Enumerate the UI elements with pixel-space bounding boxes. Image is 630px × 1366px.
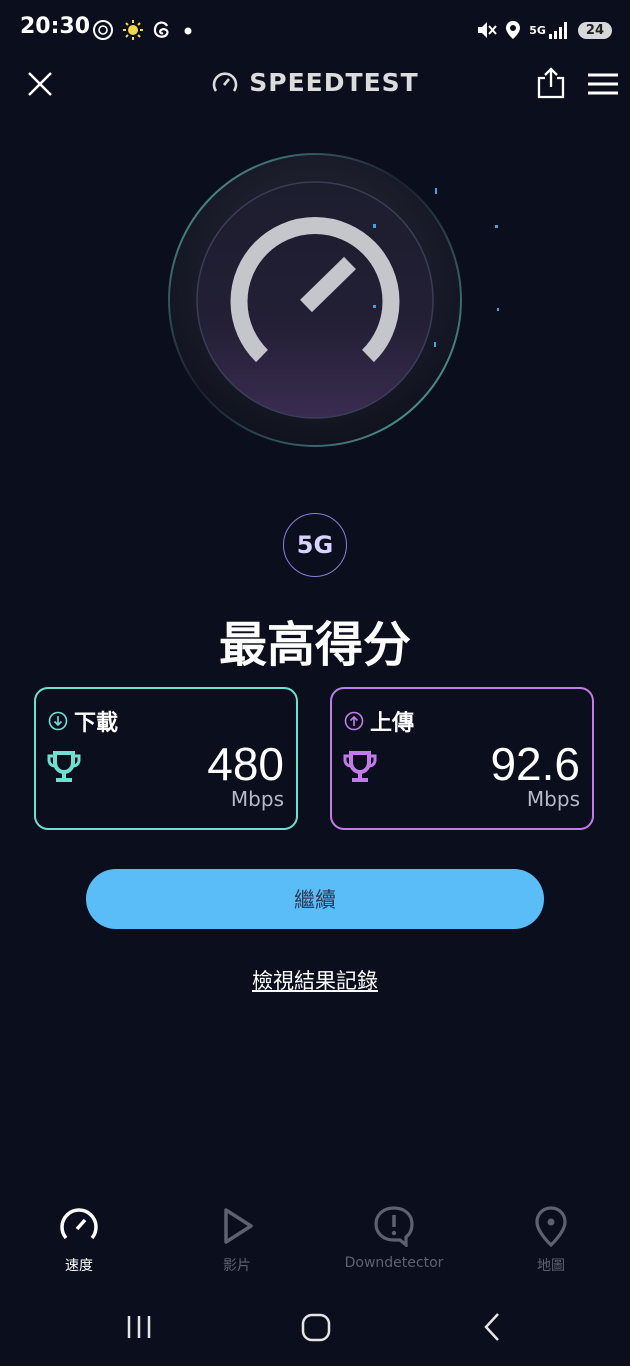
signal-bars-icon [548,22,567,39]
home-icon[interactable] [299,1310,333,1344]
continue-button[interactable]: 繼續 [86,869,544,929]
threads-icon [153,21,169,38]
nav-speed[interactable]: 速度 [0,1205,158,1275]
nav-downdetector[interactable]: Downdetector [315,1205,473,1271]
upload-arrow-icon [344,711,364,731]
play-icon [224,1208,253,1244]
network-type: 5G [529,20,570,40]
nav-video[interactable]: 影片 [158,1205,316,1275]
network-badge: 5G [283,513,347,577]
app-title: SPEEDTEST [249,68,419,97]
trophy-icon [343,751,377,782]
upload-value: 92.6 [490,738,580,790]
status-right-icons: 5G 24 [475,16,612,44]
threads-ring-icon [93,20,113,40]
download-header: 下載 [48,705,118,737]
download-value: 480 [207,738,284,790]
share-icon[interactable] [536,66,566,100]
result-title: 最高得分 [218,617,411,673]
upload-header: 上傳 [344,705,414,737]
download-arrow-icon [48,711,68,731]
recent-apps-icon[interactable] [124,1310,154,1344]
nav-video-label: 影片 [223,1258,251,1274]
menu-icon[interactable] [587,72,619,96]
status-left-icons [92,16,196,44]
speed-gauge [168,153,499,447]
nav-map[interactable]: 地圖 [472,1205,630,1275]
nav-downdetector-label: Downdetector [344,1255,444,1271]
upload-unit: Mbps [526,787,580,811]
nav-map-label: 地圖 [537,1258,565,1274]
download-card: 下載 480 Mbps [34,687,298,830]
download-label: 下載 [74,711,119,736]
sun-icon [123,20,143,40]
upload-label: 上傳 [370,711,415,736]
mute-icon [478,22,497,38]
download-unit: Mbps [230,787,284,811]
battery-indicator: 24 [577,21,612,39]
map-pin-icon [535,1206,567,1247]
upload-card: 上傳 92.6 Mbps [330,687,594,830]
speedtest-logo-icon [213,71,238,92]
trophy-icon [47,751,81,782]
alert-bubble-icon [374,1206,414,1247]
nav-speed-label: 速度 [65,1258,93,1274]
dot-icon [184,27,192,35]
back-icon[interactable] [478,1310,508,1344]
location-icon [506,21,521,39]
view-history-link[interactable]: 檢視結果記錄 [0,965,630,995]
network-type-label: 5G [529,23,546,37]
status-time: 20:30 [20,14,91,39]
speedometer-icon [60,1208,98,1240]
